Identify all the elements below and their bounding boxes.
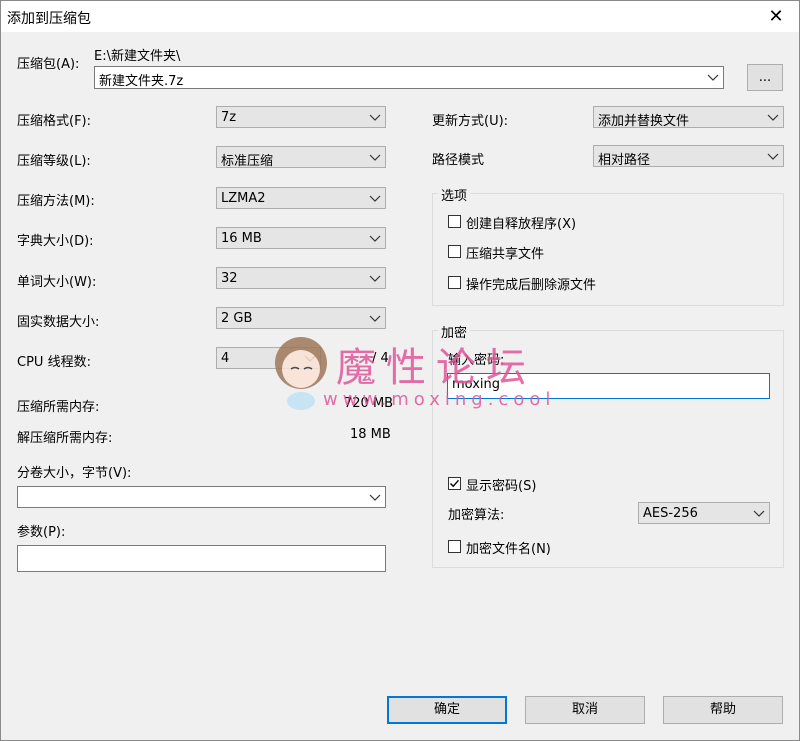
format-combo[interactable]: 7z	[216, 106, 386, 128]
watermark-url: www.moxing.cool	[323, 389, 556, 410]
options-group-title: 选项	[438, 185, 471, 204]
method-label: 压缩方法(M):	[17, 194, 95, 209]
format-label: 压缩格式(F):	[17, 114, 92, 129]
help-button[interactable]: 帮助	[663, 696, 783, 724]
dict-combo[interactable]: 16 MB	[216, 227, 386, 249]
browse-button[interactable]: ...	[747, 64, 783, 91]
checkbox-icon[interactable]	[448, 540, 461, 553]
pathmode-label: 路径模式	[432, 153, 485, 168]
archive-name-combo[interactable]: 新建文件夹.7z	[94, 66, 724, 89]
format-value: 7z	[221, 110, 237, 125]
algo-label: 加密算法:	[448, 508, 505, 523]
option-shared-label[interactable]: 压缩共享文件	[466, 243, 544, 262]
word-label: 单词大小(W):	[17, 275, 97, 290]
threads-value: 4	[221, 351, 230, 366]
option-delete-label[interactable]: 操作完成后删除源文件	[466, 274, 596, 293]
watermark: 魔性论坛 www.moxing.cool	[271, 331, 550, 416]
chevron-down-icon	[707, 74, 719, 81]
dialog-window: 添加到压缩包 ✕ 压缩包(A): E:\新建文件夹\ 新建文件夹.7z ... …	[0, 0, 800, 741]
threads-label: CPU 线程数:	[17, 355, 91, 370]
mascot-icon	[275, 337, 327, 410]
params-label: 参数(P):	[17, 525, 66, 540]
chevron-down-icon	[369, 494, 381, 501]
archive-path: E:\新建文件夹\	[94, 49, 181, 64]
cancel-button[interactable]: 取消	[525, 696, 645, 724]
archive-label: 压缩包(A):	[17, 57, 80, 72]
checkbox-icon[interactable]	[448, 215, 461, 228]
update-value: 添加并替换文件	[598, 114, 690, 129]
chevron-down-icon	[753, 510, 765, 517]
update-label: 更新方式(U):	[432, 114, 509, 129]
check-icon	[450, 479, 460, 488]
encrypt-names-label[interactable]: 加密文件名(N)	[466, 538, 551, 557]
close-icon[interactable]: ✕	[753, 1, 799, 32]
mem-compress-label: 压缩所需内存:	[17, 400, 100, 415]
window-title: 添加到压缩包	[7, 11, 91, 27]
method-value: LZMA2	[221, 191, 266, 206]
title-bar: 添加到压缩包 ✕	[1, 1, 799, 32]
archive-name-value: 新建文件夹.7z	[99, 74, 184, 89]
word-combo[interactable]: 32	[216, 267, 386, 289]
dict-label: 字典大小(D):	[17, 234, 94, 249]
chevron-down-icon	[767, 153, 779, 160]
level-value: 标准压缩	[221, 154, 274, 169]
chevron-down-icon	[369, 315, 381, 322]
solid-value: 2 GB	[221, 311, 253, 326]
method-combo[interactable]: LZMA2	[216, 187, 386, 209]
chevron-down-icon	[369, 235, 381, 242]
level-combo[interactable]: 标准压缩	[216, 146, 386, 169]
option-sfx-label[interactable]: 创建自释放程序(X)	[466, 213, 576, 232]
mem-decompress-label: 解压缩所需内存:	[17, 431, 113, 446]
checkbox-icon[interactable]	[448, 276, 461, 289]
chevron-down-icon	[369, 114, 381, 121]
pathmode-value: 相对路径	[598, 153, 651, 168]
update-combo[interactable]: 添加并替换文件	[593, 106, 784, 129]
volume-label: 分卷大小，字节(V):	[17, 466, 132, 481]
show-password-label[interactable]: 显示密码(S)	[466, 475, 536, 494]
watermark-title: 魔性论坛	[336, 345, 536, 391]
checkbox-icon[interactable]	[448, 477, 461, 490]
chevron-down-icon	[369, 195, 381, 202]
chevron-down-icon	[369, 275, 381, 282]
algo-value: AES-256	[643, 506, 698, 521]
chevron-down-icon	[369, 154, 381, 161]
chevron-down-icon	[767, 114, 779, 121]
solid-combo[interactable]: 2 GB	[216, 307, 386, 329]
solid-label: 固实数据大小:	[17, 315, 100, 330]
algo-combo[interactable]: AES-256	[638, 502, 770, 524]
word-value: 32	[221, 271, 238, 286]
level-label: 压缩等级(L):	[17, 154, 91, 169]
pathmode-combo[interactable]: 相对路径	[593, 145, 784, 168]
checkbox-icon[interactable]	[448, 245, 461, 258]
mem-decompress-value: 18 MB	[350, 427, 391, 442]
dict-value: 16 MB	[221, 231, 262, 246]
ok-button[interactable]: 确定	[387, 696, 507, 724]
params-input[interactable]	[17, 545, 386, 572]
volume-combo[interactable]	[17, 486, 386, 508]
